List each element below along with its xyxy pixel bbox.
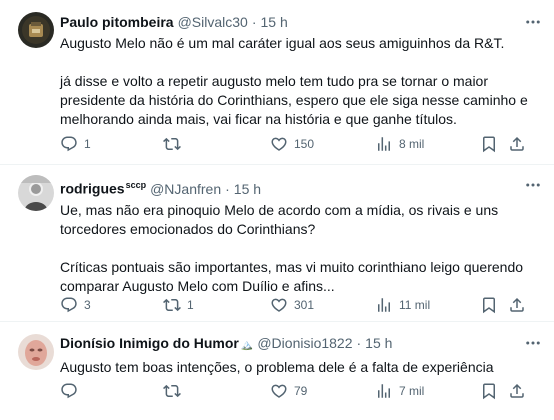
author-name[interactable]: Paulo pitombeira (60, 13, 174, 31)
author-emoji: 🏔️ (240, 340, 254, 351)
tweet-header: rodriguessccp @NJanfren · 15 h (60, 176, 540, 198)
reply-button[interactable]: 1 (60, 134, 91, 154)
retweet-button[interactable] (163, 134, 187, 154)
reply-icon (60, 296, 78, 314)
retweet-button[interactable]: 1 (163, 295, 194, 315)
separator-dot: · (356, 335, 362, 351)
timestamp[interactable]: 15 h (261, 13, 288, 31)
like-count: 150 (294, 137, 315, 151)
action-bar: 79 7 mil (60, 381, 540, 401)
reply-button[interactable] (60, 381, 84, 401)
retweet-button[interactable] (163, 381, 187, 401)
like-button[interactable]: 150 (270, 134, 314, 154)
tweet-header: Dionísio Inimigo do Humor 🏔️ @Dionisio182… (60, 334, 540, 355)
views-count: 8 mil (399, 137, 425, 151)
views-count: 7 mil (399, 384, 425, 398)
timeline: Paulo pitombeira @Silvalc30 · 15 h Augus… (0, 0, 554, 420)
tweet[interactable]: Paulo pitombeira @Silvalc30 · 15 h Augus… (0, 0, 554, 165)
like-count: 301 (294, 298, 315, 312)
tweet-text: Augusto tem boas intenções, o problema d… (60, 358, 540, 377)
views-button[interactable]: 11 mil (375, 295, 430, 315)
tweet-text: Augusto Melo não é um mal caráter igual … (60, 34, 540, 129)
like-icon (270, 382, 288, 400)
views-button[interactable]: 7 mil (375, 381, 424, 401)
bookmark-icon (480, 296, 498, 314)
avatar[interactable] (18, 334, 54, 370)
author-badge: sccp (125, 180, 147, 190)
share-button[interactable] (508, 381, 526, 401)
avatar[interactable] (18, 12, 54, 48)
timestamp[interactable]: 15 h (365, 334, 392, 352)
bookmark-button[interactable] (480, 295, 498, 315)
like-button[interactable]: 301 (270, 295, 314, 315)
separator-dot: · (251, 14, 257, 30)
retweet-icon (163, 382, 181, 400)
bookmark-icon (480, 382, 498, 400)
tweet[interactable]: Dionísio Inimigo do Humor 🏔️ @Dionisio182… (0, 322, 554, 420)
views-icon (375, 296, 393, 314)
timestamp[interactable]: 15 h (234, 180, 261, 198)
bookmark-button[interactable] (480, 134, 498, 154)
author-name-text: rodrigues (60, 180, 125, 197)
tweet-paragraph: Augusto Melo não é um mal caráter igual … (60, 35, 505, 51)
views-icon (375, 135, 393, 153)
tweet-paragraph: já disse e volto a repetir augusto melo … (60, 73, 528, 127)
share-button[interactable] (508, 134, 526, 154)
share-button[interactable] (508, 295, 526, 315)
bookmark-button[interactable] (480, 381, 498, 401)
tweet-paragraph: Ue, mas não era pinoquio Melo de acordo … (60, 201, 499, 237)
like-icon (270, 296, 288, 314)
author-handle[interactable]: @NJanfren (150, 180, 221, 198)
author-handle[interactable]: @Silvalc30 (178, 13, 248, 31)
share-icon (508, 382, 526, 400)
reply-button[interactable]: 3 (60, 295, 91, 315)
retweet-icon (163, 296, 181, 314)
action-bar: 3 1 301 11 mil (60, 295, 540, 315)
share-icon (508, 296, 526, 314)
more-icon[interactable] (524, 334, 542, 352)
action-bar: 1 150 8 mil (60, 134, 540, 154)
like-count: 79 (294, 384, 308, 398)
reply-count: 3 (84, 298, 91, 312)
views-icon (375, 382, 393, 400)
author-name[interactable]: Dionísio Inimigo do Humor 🏔️ (60, 334, 253, 355)
more-icon[interactable] (524, 176, 542, 194)
separator-dot: · (225, 180, 230, 197)
retweet-icon (163, 135, 181, 153)
tweet-paragraph: Augusto tem boas intenções, o problema d… (60, 359, 494, 375)
author-name[interactable]: rodriguessccp (60, 176, 146, 198)
bookmark-icon (480, 135, 498, 153)
reply-icon (60, 382, 78, 400)
tweet-paragraph: Críticas pontuais são importantes, mas v… (60, 258, 524, 294)
share-icon (508, 135, 526, 153)
author-handle[interactable]: @Dionisio1822 (257, 334, 352, 352)
avatar[interactable] (18, 175, 54, 211)
tweet[interactable]: rodriguessccp @NJanfren · 15 h Ue, mas n… (0, 165, 554, 322)
views-button[interactable]: 8 mil (375, 134, 424, 154)
reply-icon (60, 135, 78, 153)
tweet-text: Ue, mas não era pinoquio Melo de acordo … (60, 201, 540, 296)
reply-count: 1 (84, 137, 91, 151)
views-count: 11 mil (399, 298, 431, 312)
like-icon (270, 135, 288, 153)
more-icon[interactable] (524, 13, 542, 31)
retweet-count: 1 (187, 298, 194, 312)
author-name-text: Dionísio Inimigo do Humor (60, 335, 239, 351)
tweet-header: Paulo pitombeira @Silvalc30 · 15 h (60, 13, 540, 31)
like-button[interactable]: 79 (270, 381, 307, 401)
